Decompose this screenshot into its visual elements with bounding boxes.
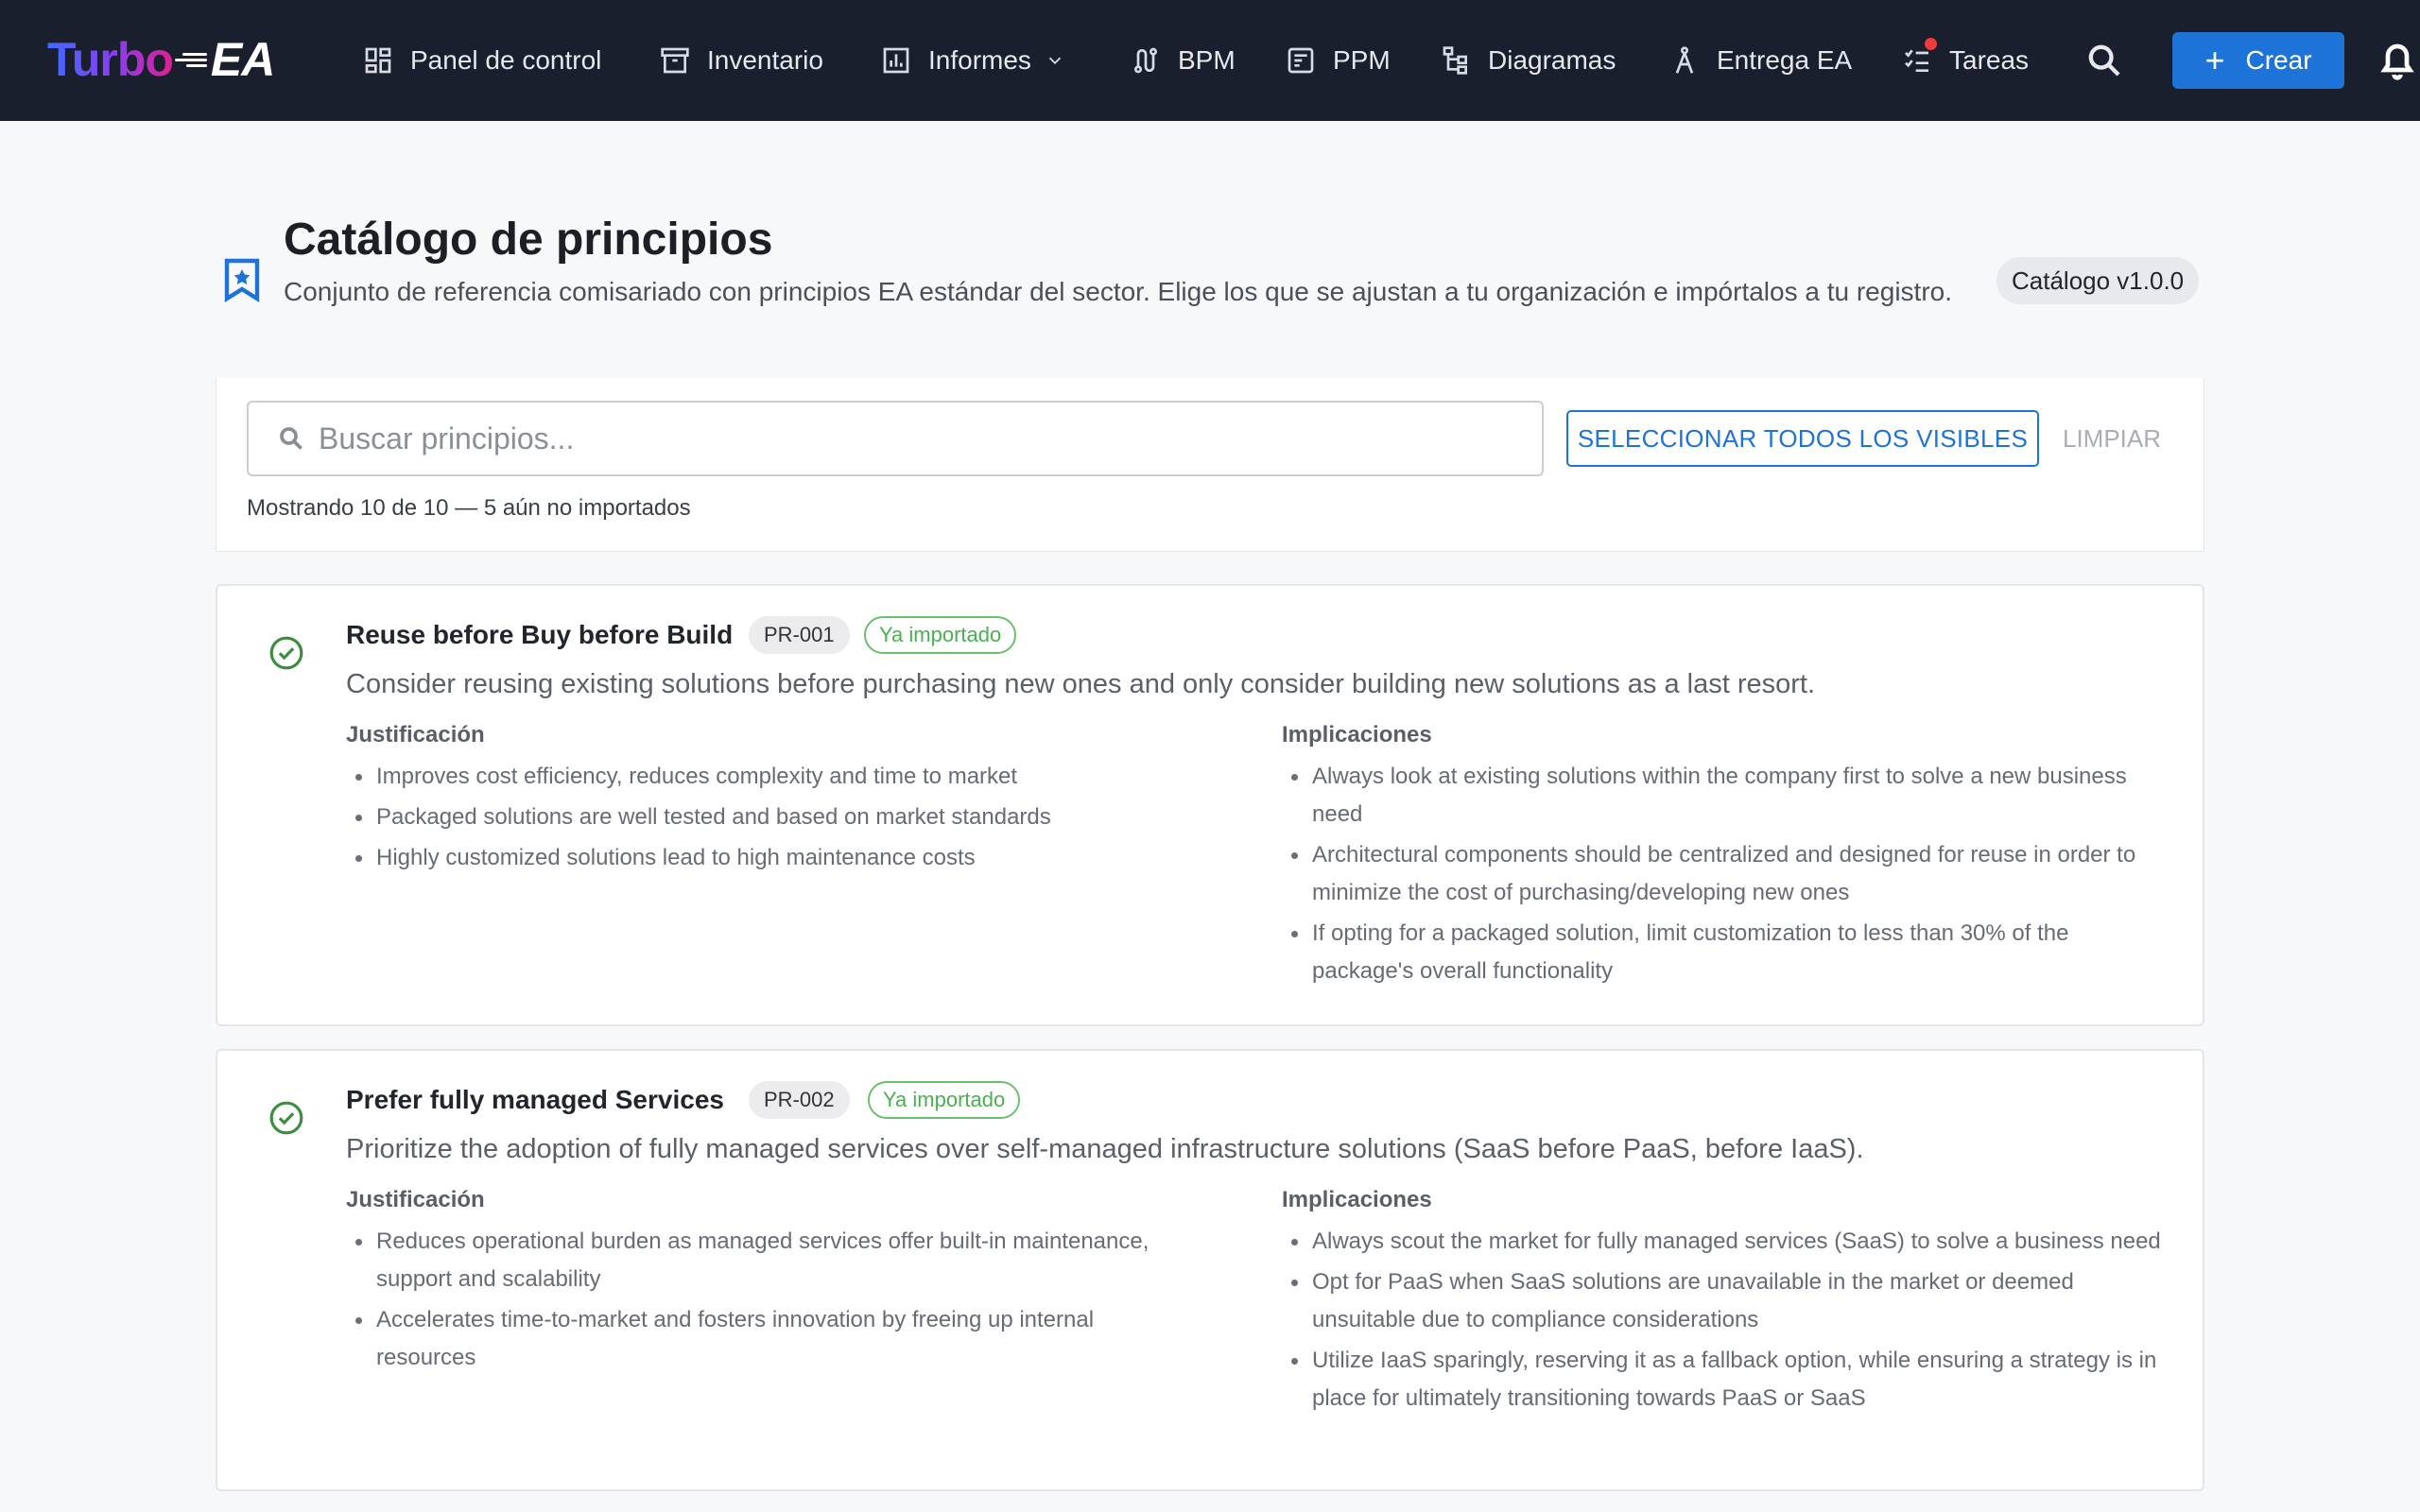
create-button[interactable]: + Crear <box>2172 32 2344 89</box>
implications-list: Always look at existing solutions within… <box>1282 758 2170 993</box>
project-board-icon <box>1288 47 1314 74</box>
nav-inventory[interactable]: Inventario <box>660 30 823 91</box>
implications-heading: Implicaciones <box>1282 722 1432 747</box>
bar-chart-icon <box>883 47 909 74</box>
principle-card: Reuse before Buy before Build PR-001 Ya … <box>216 584 2204 1026</box>
nav-reports[interactable]: Informes <box>881 30 1065 91</box>
logo-text-ea: EA <box>210 33 275 86</box>
implications-list: Always scout the market for fully manage… <box>1282 1223 2170 1420</box>
principle-description: Consider reusing existing solutions befo… <box>346 669 1816 699</box>
page-title: Catálogo de principios <box>284 215 773 265</box>
plus-icon: + <box>2204 41 2225 79</box>
nav-ea-delivery[interactable]: Entrega EA <box>1669 30 1852 91</box>
notification-dot <box>1925 38 1937 50</box>
imported-status-badge: Ya importado <box>868 1081 1021 1119</box>
nav-tasks[interactable]: Tareas <box>1902 30 2029 91</box>
justification-list: Reduces operational burden as managed se… <box>346 1223 1197 1380</box>
top-navigation-bar: Turbo EA Panel de control Inventario Inf… <box>0 0 2420 121</box>
search-icon <box>2088 44 2120 77</box>
filter-panel: SELECCIONAR TODOS LOS VISIBLES LIMPIAR M… <box>216 378 2204 552</box>
logo-speed-lines-icon <box>174 50 207 69</box>
nav-dashboard-label: Panel de control <box>410 45 602 75</box>
principle-description: Prioritize the adoption of fully managed… <box>346 1134 1864 1164</box>
nav-tasks-label: Tareas <box>1949 45 2030 75</box>
nav-bpm[interactable]: BPM <box>1131 30 1236 91</box>
principle-card: Prefer fully managed Services PR-002 Ya … <box>216 1049 2204 1491</box>
list-item: Utilize IaaS sparingly, reserving it as … <box>1282 1342 2170 1418</box>
nav-bpm-label: BPM <box>1178 45 1236 75</box>
archive-icon <box>661 47 689 74</box>
nav-dashboard[interactable]: Panel de control <box>363 30 601 91</box>
nav-reports-label: Informes <box>928 45 1031 75</box>
page-subtitle: Conjunto de referencia comisariado con p… <box>284 277 1952 306</box>
catalog-version-badge: Catálogo v1.0.0 <box>1996 257 2200 304</box>
create-button-label: Crear <box>2245 45 2312 75</box>
implications-heading: Implicaciones <box>1282 1187 1432 1212</box>
principle-code-badge: PR-001 <box>749 616 850 654</box>
nav-inventory-label: Inventario <box>707 45 823 75</box>
dashboard-icon <box>365 47 391 74</box>
list-item: Architectural components should be centr… <box>1282 836 2170 912</box>
process-flow-icon <box>1134 47 1157 74</box>
nav-ea-delivery-label: Entrega EA <box>1717 45 1853 75</box>
diagram-tree-icon <box>1443 46 1467 75</box>
principle-search-input[interactable] <box>319 421 1453 456</box>
list-item: Accelerates time-to-market and fosters i… <box>346 1301 1197 1377</box>
justification-list: Improves cost efficiency, reduces comple… <box>346 758 1197 880</box>
justification-heading: Justificación <box>346 722 485 747</box>
list-item: Improves cost efficiency, reduces comple… <box>346 758 1197 796</box>
bell-icon <box>2380 43 2414 80</box>
nav-diagrams[interactable]: Diagramas <box>1441 30 1616 91</box>
select-all-visible-button[interactable]: SELECCIONAR TODOS LOS VISIBLES <box>1566 410 2039 467</box>
list-item: Opt for PaaS when SaaS solutions are una… <box>1282 1263 2170 1339</box>
global-search-button[interactable] <box>2085 42 2123 79</box>
task-list-icon <box>1905 49 1928 72</box>
notifications-button[interactable] <box>2378 40 2416 81</box>
principle-code-badge: PR-002 <box>749 1081 850 1119</box>
list-item: Highly customized solutions lead to high… <box>346 839 1197 877</box>
principle-title: Reuse before Buy before Build <box>346 620 734 649</box>
results-count-text: Mostrando 10 de 10 — 5 aún no importados <box>247 495 691 521</box>
nav-ppm-label: PPM <box>1333 45 1391 75</box>
justification-heading: Justificación <box>346 1187 485 1212</box>
principle-search-box[interactable] <box>247 401 1544 476</box>
search-icon <box>280 427 302 450</box>
principle-title: Prefer fully managed Services <box>346 1085 724 1114</box>
imported-check-icon[interactable] <box>268 1100 304 1136</box>
list-item: Packaged solutions are well tested and b… <box>346 799 1197 836</box>
chevron-down-icon <box>1048 57 1062 65</box>
compass-icon <box>1675 46 1694 74</box>
list-item: Always scout the market for fully manage… <box>1282 1223 2170 1261</box>
imported-check-icon[interactable] <box>268 635 304 671</box>
nav-ppm[interactable]: PPM <box>1286 30 1391 91</box>
imported-status-badge: Ya importado <box>864 616 1017 654</box>
list-item: Always look at existing solutions within… <box>1282 758 2170 833</box>
app-logo[interactable]: Turbo EA <box>47 26 275 93</box>
list-item: If opting for a packaged solution, limit… <box>1282 915 2170 990</box>
logo-text-turbo: Turbo <box>47 33 174 86</box>
nav-diagrams-label: Diagramas <box>1488 45 1616 75</box>
bookmark-star-icon <box>223 257 261 302</box>
list-item: Reduces operational burden as managed se… <box>346 1223 1197 1298</box>
clear-selection-button[interactable]: LIMPIAR <box>2062 410 2162 467</box>
